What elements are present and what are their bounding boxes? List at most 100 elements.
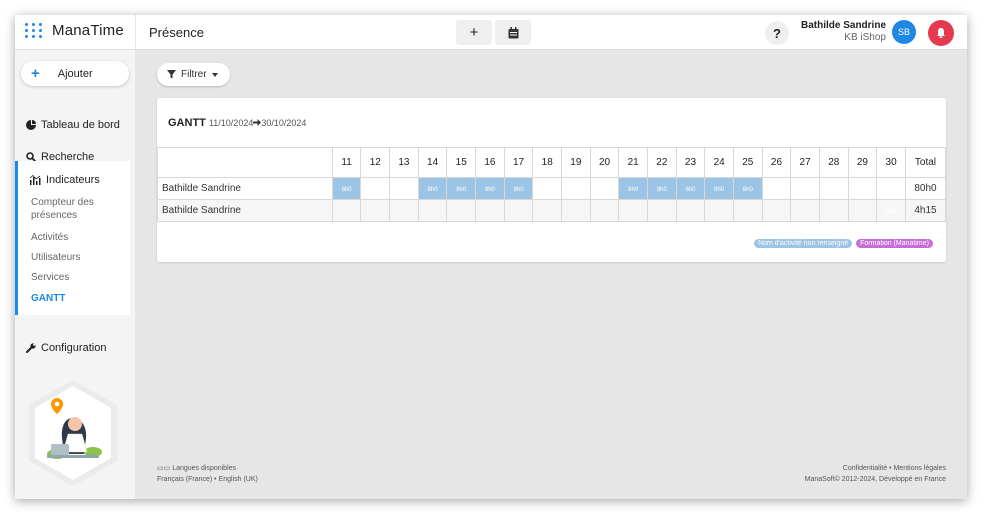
user-shop: KB iShop <box>844 32 886 43</box>
empty-day-cell <box>589 177 620 200</box>
add-label: Ajouter <box>57 67 93 80</box>
notification-button[interactable] <box>928 20 954 46</box>
employee-name[interactable]: Bathilde Sandrine <box>157 177 333 200</box>
top-bar: ManaTime Présence + ? Bathilde Sandrine … <box>15 15 967 50</box>
empty-day-cell <box>389 177 419 200</box>
empty-day-cell <box>360 177 391 200</box>
day-header: 24 <box>704 147 734 178</box>
app-name: ManaTime <box>52 22 124 39</box>
wrench-icon <box>26 343 36 353</box>
activity-cell[interactable]: 8h0 <box>618 177 648 200</box>
activity-cell[interactable]: 4h15 <box>876 199 906 222</box>
filter-label: Filtrer <box>181 69 207 80</box>
range-end: 30/10/2024 <box>261 118 307 128</box>
empty-day-cell <box>847 177 878 200</box>
employee-name[interactable]: Bathilde Sandrine <box>157 199 333 222</box>
table-row: Bathilde Sandrine 4h15 4h15 <box>157 199 947 222</box>
help-button[interactable]: ? <box>765 21 789 45</box>
activity-cell[interactable]: 8h0 <box>732 177 763 200</box>
empty-day-cell <box>818 177 849 200</box>
app-logo[interactable]: ManaTime <box>25 22 124 39</box>
day-header: 29 <box>847 147 878 178</box>
empty-day-cell <box>561 177 591 200</box>
languages-title-text: Langues disponibles <box>172 465 237 472</box>
help-icon: ? <box>773 25 781 41</box>
empty-day-cell <box>532 199 563 222</box>
empty-day-cell <box>675 199 706 222</box>
empty-day-cell <box>589 199 620 222</box>
row-total: 4h15 <box>904 199 947 222</box>
range-start: 11/10/2024 <box>208 118 254 128</box>
add-new-button[interactable]: + Ajouter <box>21 61 129 86</box>
sidebar-item-label: Configuration <box>41 342 107 354</box>
activity-hours: 8h0 <box>685 187 696 193</box>
empty-day-cell <box>761 177 792 200</box>
empty-day-cell <box>790 199 820 222</box>
activity-hours: 8h0 <box>714 187 725 193</box>
sidebar-item-indicators[interactable]: Indicateurs <box>30 174 100 186</box>
activity-cell[interactable]: 8h0 <box>503 177 534 200</box>
row-total: 80h0 <box>904 177 947 200</box>
day-header: 17 <box>503 147 534 178</box>
legend-item: Formation (Manatime) <box>856 239 933 248</box>
footer-legal: Confidentialité • Mentions légales ManaS… <box>805 463 946 485</box>
calendar-icon <box>508 26 518 38</box>
empty-day-cell <box>876 177 906 200</box>
day-header: 16 <box>475 147 505 178</box>
day-header: 25 <box>732 147 763 178</box>
user-name: Bathilde Sandrine <box>800 20 886 31</box>
date-range: 11/10/2024 30/10/2024 <box>209 118 306 128</box>
legend-item: Nom d'activité non renseigné <box>754 239 853 248</box>
filter-icon <box>167 70 176 79</box>
gantt-legend: Nom d'activité non renseigné Formation (M… <box>754 239 933 248</box>
sub-item-presence-counter[interactable]: Compteur des présences <box>31 196 126 222</box>
languages-list[interactable]: Français (France) • English (UK) <box>157 474 258 485</box>
sidebar-item-configuration[interactable]: Configuration <box>26 342 106 354</box>
activity-hours: 8h0 <box>742 187 753 193</box>
mascot-illustration <box>29 380 117 486</box>
activity-hours: 8h0 <box>456 187 467 193</box>
activity-cell[interactable]: 8h0 <box>675 177 706 200</box>
activity-hours: 8h0 <box>427 187 438 193</box>
user-info[interactable]: Bathilde Sandrine KB iShop <box>801 20 886 44</box>
empty-day-cell <box>732 199 763 222</box>
add-button[interactable]: + <box>456 20 492 45</box>
activity-cell[interactable]: 8h0 <box>647 177 677 200</box>
activity-cell[interactable]: 8h0 <box>446 177 477 200</box>
sub-item-services[interactable]: Services <box>31 271 126 284</box>
divider <box>135 15 136 50</box>
avatar[interactable]: SB <box>892 20 916 44</box>
calendar-button[interactable] <box>495 20 531 45</box>
activity-hours: 8h0 <box>628 187 639 193</box>
empty-day-cell <box>847 199 878 222</box>
sidebar-item-dashboard[interactable]: Tableau de bord <box>26 119 120 131</box>
bell-icon <box>937 28 945 38</box>
empty-day-cell <box>417 199 448 222</box>
day-header: 19 <box>561 147 591 178</box>
day-header: 12 <box>360 147 391 178</box>
activity-cell[interactable]: 8h0 <box>331 177 362 200</box>
sidebar-item-label: Indicateurs <box>46 174 100 186</box>
apps-grid-icon <box>25 23 43 38</box>
sub-item-users[interactable]: Utilisateurs <box>31 251 126 264</box>
languages-title: ▭▭ Langues disponibles <box>157 463 258 474</box>
footer-languages: ▭▭ Langues disponibles Français (France)… <box>157 463 258 485</box>
sub-item-activities[interactable]: Activités <box>31 231 126 244</box>
activity-cell[interactable]: 8h0 <box>417 177 448 200</box>
empty-day-cell <box>818 199 849 222</box>
day-header: 18 <box>532 147 563 178</box>
sidebar-item-label: Tableau de bord <box>41 119 120 131</box>
legal-links[interactable]: Confidentialité • Mentions légales <box>805 463 946 474</box>
activity-hours: 8h0 <box>341 187 352 193</box>
caret-down-icon <box>211 72 218 77</box>
activity-cell[interactable]: 8h0 <box>704 177 734 200</box>
empty-day-cell <box>389 199 419 222</box>
page-title: Présence <box>149 25 204 40</box>
filter-button[interactable]: Filtrer <box>157 63 230 86</box>
activity-cell[interactable]: 8h0 <box>475 177 505 200</box>
gantt-card: GANTT 11/10/2024 30/10/2024 11 12 13 14 15 16 1… <box>157 98 947 262</box>
day-header: 30 <box>876 147 906 178</box>
sidebar: + Ajouter Tableau de bord Recherche Indi… <box>15 50 135 499</box>
gantt-title-text: GANTT <box>168 117 206 129</box>
sub-item-gantt[interactable]: GANTT <box>31 292 126 305</box>
